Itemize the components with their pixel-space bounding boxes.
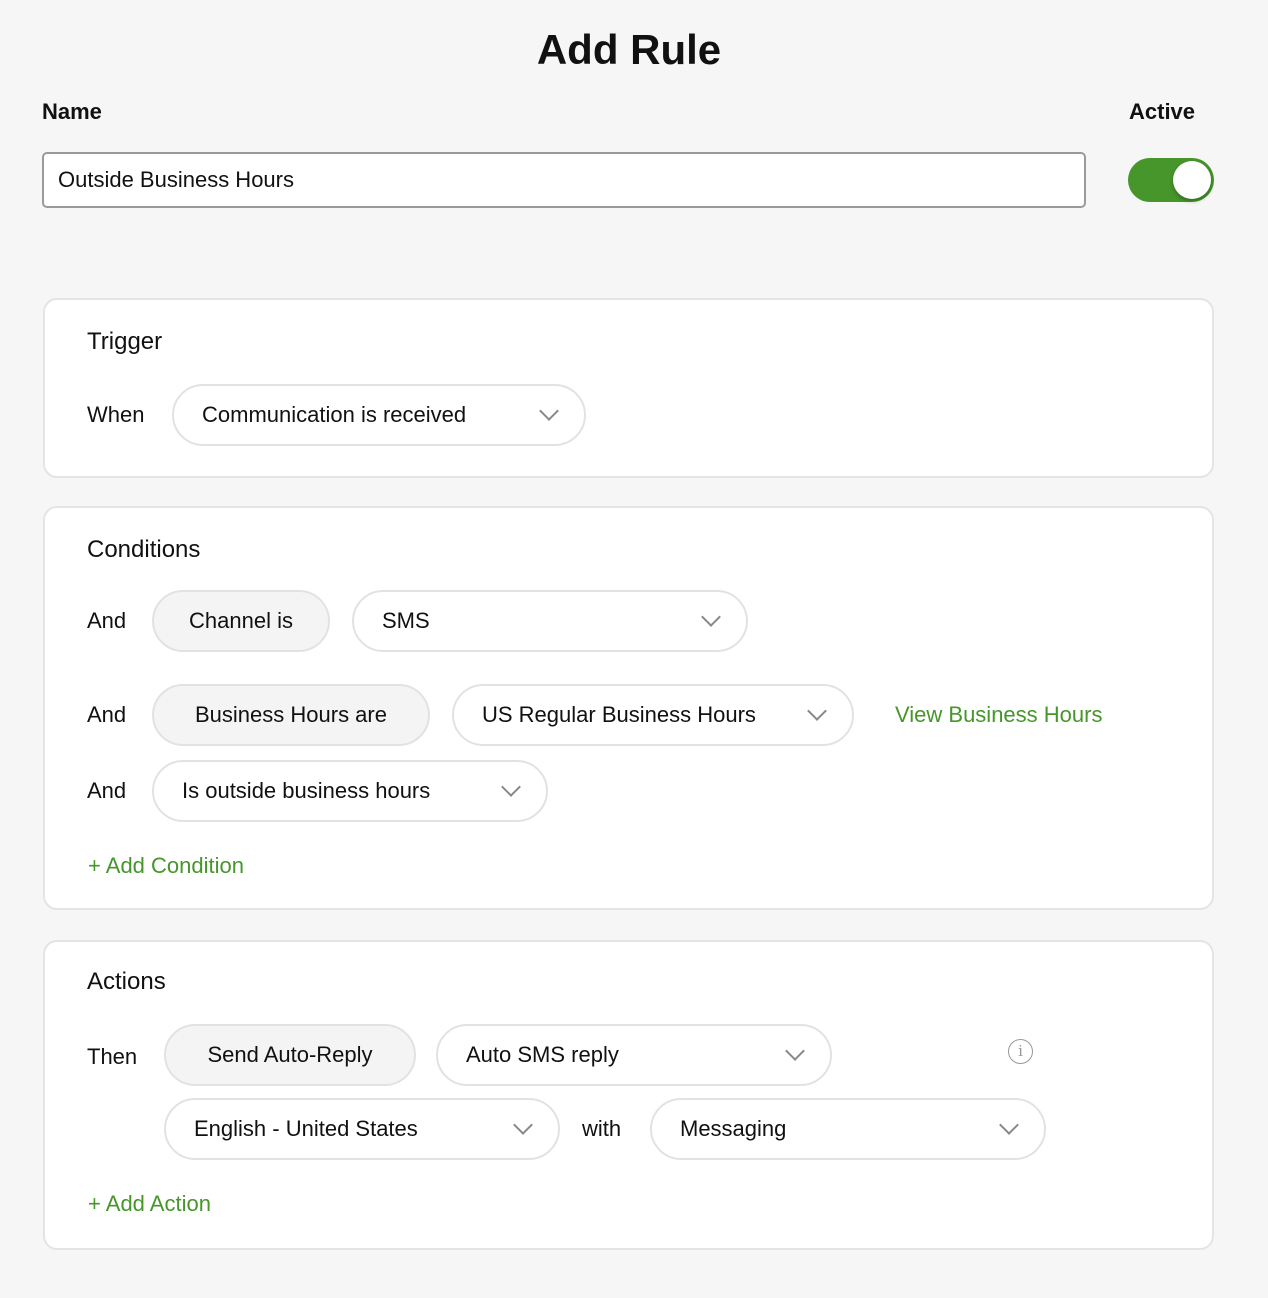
- channel-select[interactable]: SMS: [352, 590, 748, 652]
- reply-select-value: Auto SMS reply: [466, 1042, 619, 1067]
- reply-select[interactable]: Auto SMS reply: [436, 1024, 832, 1086]
- chevron-down-icon: [501, 777, 521, 797]
- channel-type-select[interactable]: Messaging: [650, 1098, 1046, 1160]
- when-label: When: [87, 402, 145, 427]
- name-label: Name: [42, 99, 102, 124]
- chevron-down-icon: [701, 607, 721, 627]
- condition-prefix: And: [87, 778, 127, 803]
- actions-heading: Actions: [87, 968, 166, 995]
- chevron-down-icon: [807, 701, 827, 721]
- chevron-down-icon: [539, 401, 559, 421]
- trigger-select-value: Communication is received: [202, 402, 467, 427]
- add-condition-label: Add Condition: [105, 853, 244, 878]
- info-icon[interactable]: i: [1008, 1039, 1033, 1064]
- chevron-down-icon: [785, 1041, 805, 1061]
- view-business-hours-link[interactable]: View Business Hours: [895, 702, 1102, 728]
- action-type: Send Auto-Reply: [164, 1024, 416, 1086]
- business-hours-select[interactable]: US Regular Business Hours: [452, 684, 854, 746]
- condition-prefix: And: [87, 702, 127, 727]
- hours-condition-select[interactable]: Is outside business hours: [152, 760, 548, 822]
- add-action-label: Add Action: [105, 1191, 211, 1216]
- chevron-down-icon: [999, 1115, 1019, 1135]
- chevron-down-icon: [513, 1115, 533, 1135]
- then-label: Then: [87, 1044, 138, 1069]
- active-toggle[interactable]: [1128, 158, 1214, 202]
- trigger-select[interactable]: Communication is received: [172, 384, 586, 446]
- trigger-heading: Trigger: [87, 328, 163, 355]
- actions-card: [43, 940, 1214, 1250]
- toggle-knob: [1173, 161, 1211, 199]
- add-condition-button[interactable]: + Add Condition: [88, 853, 244, 879]
- plus-icon: +: [88, 1191, 101, 1216]
- page-title: Add Rule: [536, 26, 722, 73]
- add-action-button[interactable]: + Add Action: [88, 1191, 211, 1217]
- business-hours-value: US Regular Business Hours: [482, 702, 756, 727]
- channel-type-value: Messaging: [680, 1116, 787, 1141]
- hours-condition-value: Is outside business hours: [182, 778, 431, 803]
- condition-field: Business Hours are: [152, 684, 430, 746]
- language-select-value: English - United States: [194, 1116, 418, 1141]
- condition-prefix: And: [87, 608, 127, 633]
- active-label: Active: [1129, 99, 1196, 124]
- conditions-heading: Conditions: [87, 536, 201, 563]
- condition-field: Channel is: [152, 590, 330, 652]
- with-label: with: [582, 1116, 622, 1141]
- language-select[interactable]: English - United States: [164, 1098, 560, 1160]
- plus-icon: +: [88, 853, 101, 878]
- name-input[interactable]: [42, 152, 1086, 208]
- channel-select-value: SMS: [382, 608, 430, 633]
